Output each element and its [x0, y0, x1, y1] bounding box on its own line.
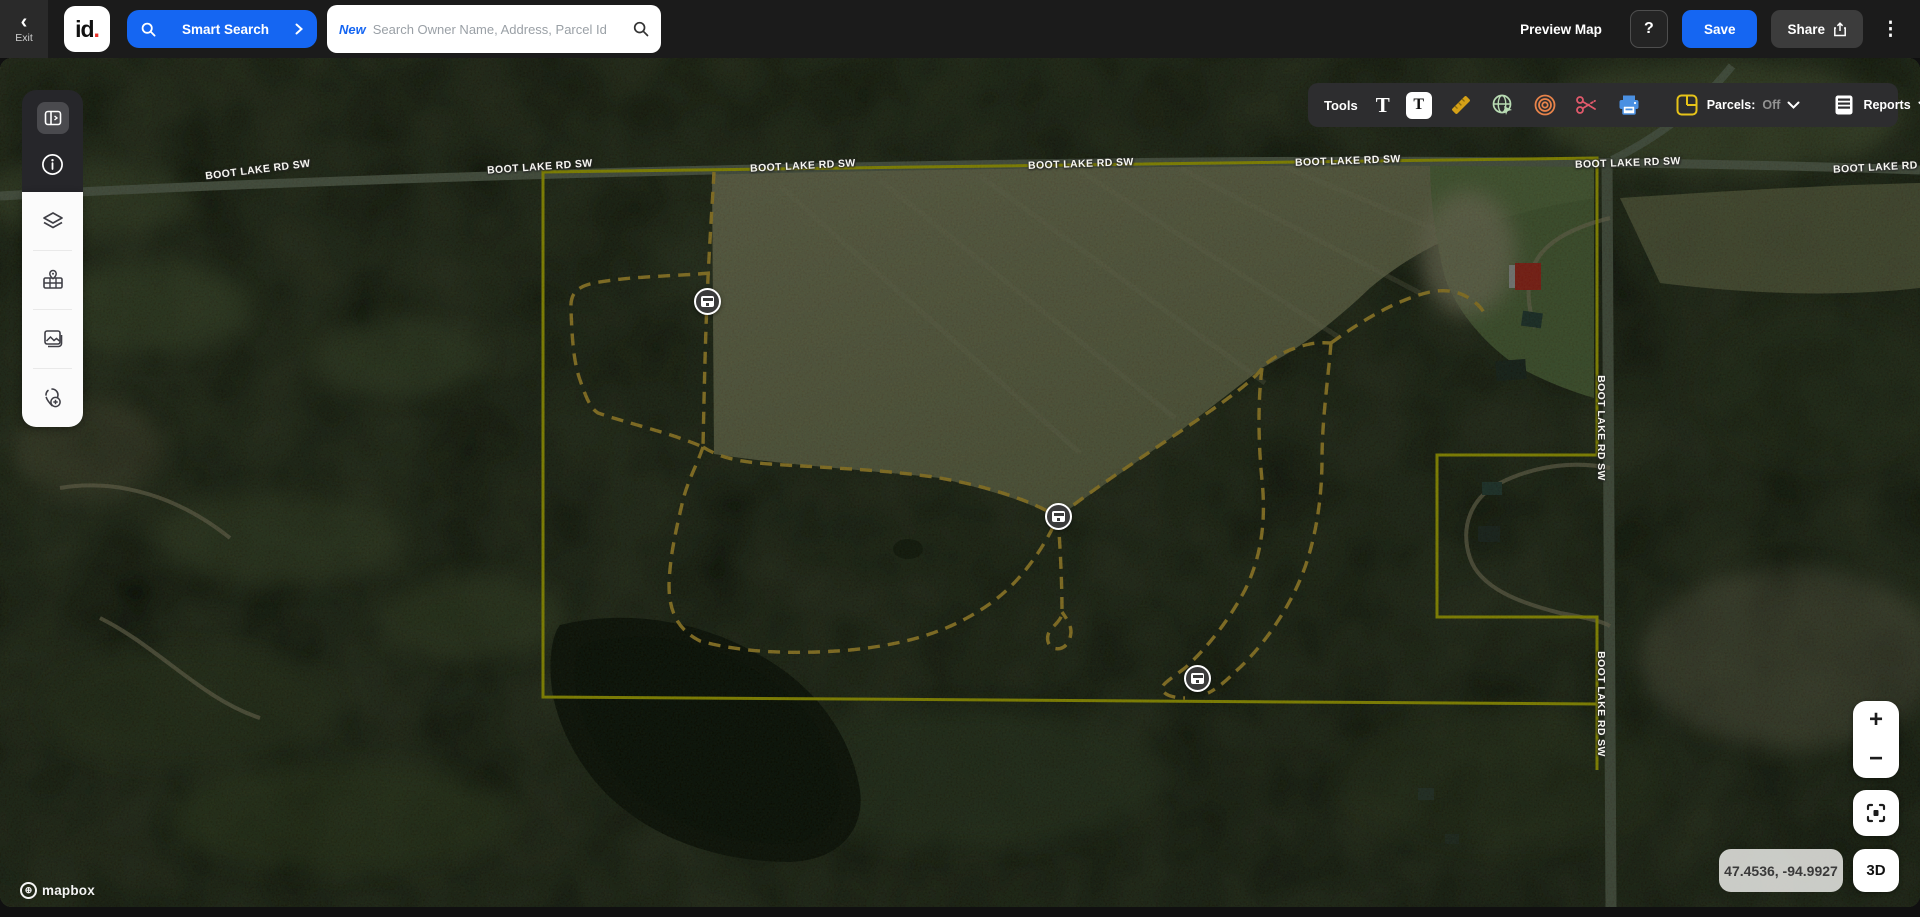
reports-dropdown[interactable]: Reports [1832, 93, 1920, 117]
trail-camera-marker[interactable] [694, 288, 721, 315]
share-button[interactable]: Share [1771, 10, 1863, 48]
header-actions: Preview Map ? Save Share ⋮ [1520, 0, 1920, 58]
cut-tool-button[interactable] [1574, 91, 1600, 119]
scissors-icon [1574, 92, 1600, 118]
parcel-split-icon [1674, 92, 1700, 118]
trail-camera-marker[interactable] [1184, 665, 1211, 692]
logo-dot: . [94, 16, 99, 43]
reports-label: Reports [1863, 98, 1910, 112]
cursor-coordinates: 47.4536, -94.9927 [1719, 849, 1843, 892]
sidebar-item-map-features[interactable] [22, 251, 83, 309]
parcels-dropdown[interactable]: Parcels: Off [1674, 92, 1801, 118]
exit-button[interactable]: ‹ Exit [0, 0, 48, 58]
overflow-menu-button[interactable]: ⋮ [1877, 18, 1904, 41]
top-header: ‹ Exit id. Smart Search New Preview Map … [0, 0, 1920, 58]
printer-icon [1616, 92, 1642, 118]
app-logo: id. [64, 6, 110, 52]
text-tool-button[interactable]: T [1376, 91, 1390, 119]
sidebar-item-layers[interactable] [22, 192, 83, 250]
info-icon [41, 153, 64, 176]
photos-icon [41, 327, 65, 351]
layers-icon [41, 209, 65, 233]
map-sidebar [22, 90, 83, 427]
exit-label: Exit [15, 32, 33, 44]
trail-camera-icon [1191, 673, 1204, 684]
mapbox-logo-icon: ⊕ [20, 882, 37, 899]
sidebar-item-info[interactable] [22, 137, 83, 192]
app: ‹ Exit id. Smart Search New Preview Map … [0, 0, 1920, 917]
parcels-label: Parcels: [1707, 98, 1756, 112]
zoom-control: + − [1853, 701, 1899, 778]
add-location-icon [41, 386, 65, 410]
trail-camera-icon [701, 296, 714, 307]
parcels-state: Off [1762, 98, 1780, 112]
panel-toggle-icon [37, 102, 69, 134]
road-label-vertical: BOOT LAKE RD SW [1595, 375, 1607, 481]
sidebar-light-section [22, 192, 83, 427]
recenter-button[interactable] [1853, 790, 1899, 836]
road-label-vertical: BOOT LAKE RD SW [1595, 651, 1607, 757]
zoom-out-button[interactable]: − [1853, 740, 1899, 779]
mapbox-attribution[interactable]: ⊕ mapbox [20, 882, 95, 899]
save-button[interactable]: Save [1682, 10, 1758, 48]
sidebar-item-photos[interactable] [22, 310, 83, 368]
search-input[interactable] [373, 22, 626, 37]
sidebar-item-add-location[interactable] [22, 369, 83, 427]
trail-camera-marker[interactable] [1045, 503, 1072, 530]
text-box-tool-button[interactable]: T [1406, 91, 1432, 119]
zoom-in-button[interactable]: + [1853, 701, 1899, 740]
smart-search-label: Smart Search [165, 22, 286, 37]
text-box-icon: T [1406, 92, 1432, 119]
print-tool-button[interactable] [1616, 91, 1642, 119]
target-circles-icon [1532, 92, 1558, 118]
smart-search-button[interactable]: Smart Search [127, 10, 317, 48]
3d-toggle-button[interactable]: 3D [1853, 849, 1899, 892]
globe-select-icon [1490, 92, 1516, 118]
frame-focus-icon [1865, 802, 1887, 824]
chevron-down-icon [1787, 101, 1800, 110]
share-label: Share [1787, 22, 1825, 37]
preview-map-link[interactable]: Preview Map [1520, 22, 1602, 37]
map-grid-pin-icon [41, 268, 65, 292]
map-tools-toolbar: Tools T T Parcels: Off [1308, 83, 1898, 127]
chevron-right-icon [295, 23, 303, 35]
ruler-icon [1448, 92, 1474, 118]
range-rings-tool-button[interactable] [1532, 91, 1558, 119]
measure-tool-button[interactable] [1448, 91, 1474, 119]
reports-icon [1832, 93, 1856, 117]
search-icon [141, 22, 156, 37]
trail-camera-icon [1052, 511, 1065, 522]
search-submit-icon[interactable] [633, 21, 649, 37]
mapbox-wordmark: mapbox [42, 883, 95, 898]
search-field: New [327, 5, 661, 53]
map-canvas[interactable]: BOOT LAKE RD SW BOOT LAKE RD SW BOOT LAK… [0, 58, 1920, 907]
sidebar-item-panel-toggle[interactable] [22, 90, 83, 137]
sidebar-dark-section [22, 90, 83, 192]
text-tool-icon: T [1376, 93, 1390, 118]
new-badge: New [339, 22, 366, 37]
share-icon [1833, 22, 1847, 37]
tools-label: Tools [1324, 98, 1358, 113]
chevron-left-icon: ‹ [21, 15, 28, 29]
help-button[interactable]: ? [1630, 10, 1668, 48]
geo-select-tool-button[interactable] [1490, 91, 1516, 119]
satellite-imagery [0, 58, 1920, 907]
